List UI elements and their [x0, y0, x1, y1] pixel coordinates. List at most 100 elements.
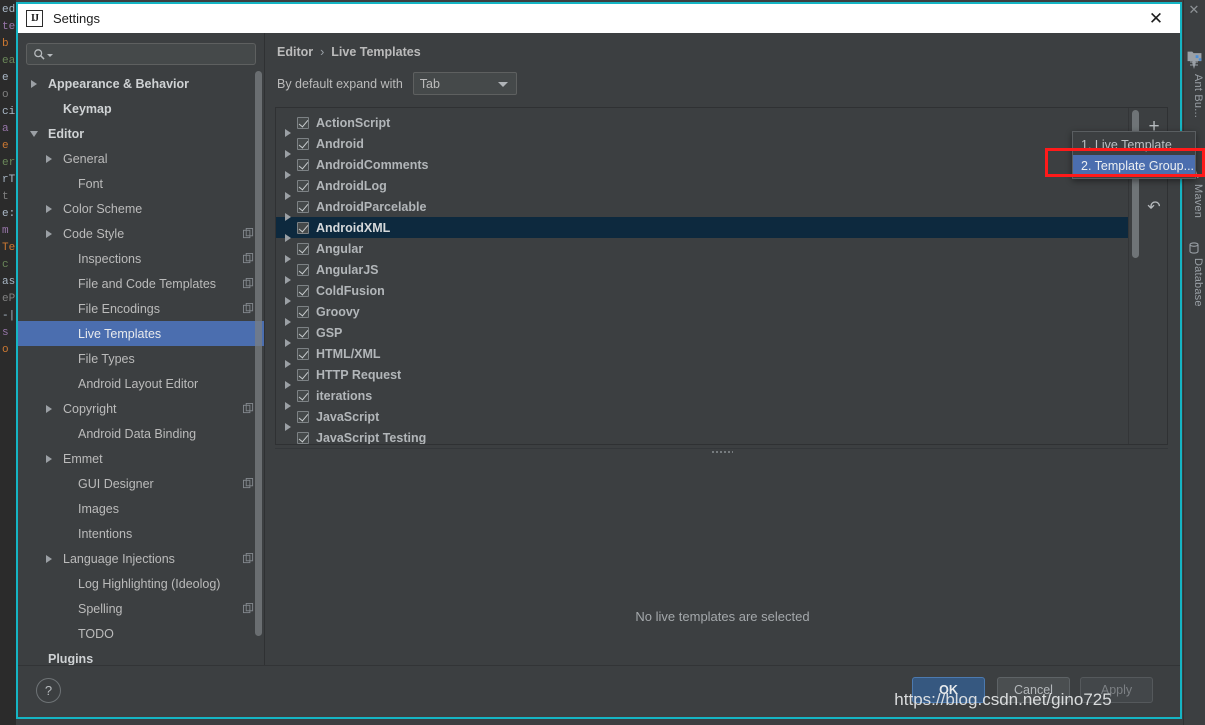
- sidebar-item-file-encodings[interactable]: File Encodings: [18, 296, 264, 321]
- tool-tab-database[interactable]: Database: [1192, 258, 1204, 307]
- splitter[interactable]: [275, 448, 1168, 457]
- sidebar-item-log-highlighting-ideolog[interactable]: Log Highlighting (Ideolog): [18, 571, 264, 596]
- chevron-down-icon[interactable]: [28, 127, 41, 140]
- chevron-down-icon[interactable]: [47, 53, 53, 60]
- sidebar-item-live-templates[interactable]: Live Templates: [18, 321, 264, 346]
- sidebar-item-general[interactable]: General: [18, 146, 264, 171]
- template-group-row[interactable]: ActionScript: [276, 112, 1128, 137]
- template-checkbox[interactable]: [297, 326, 309, 339]
- copy-settings-icon[interactable]: [243, 403, 254, 414]
- tool-tab-maven[interactable]: Maven: [1192, 184, 1204, 218]
- help-button[interactable]: ?: [36, 678, 61, 703]
- template-group-row[interactable]: Groovy: [276, 301, 1128, 326]
- copy-settings-icon[interactable]: [243, 253, 254, 264]
- sidebar-item-android-layout-editor[interactable]: Android Layout Editor: [18, 371, 264, 396]
- sidebar-item-code-style[interactable]: Code Style: [18, 221, 264, 246]
- chevron-right-icon[interactable]: [43, 402, 56, 415]
- template-checkbox[interactable]: [297, 410, 309, 423]
- sidebar-item-emmet[interactable]: Emmet: [18, 446, 264, 471]
- copy-settings-icon[interactable]: [243, 478, 254, 489]
- template-group-row[interactable]: AndroidComments: [276, 154, 1128, 179]
- sidebar-item-file-types[interactable]: File Types: [18, 346, 264, 371]
- sidebar-item-editor[interactable]: Editor: [18, 121, 264, 146]
- sidebar-item-gui-designer[interactable]: GUI Designer: [18, 471, 264, 496]
- popup-menu-item-1[interactable]: 1. Live Template: [1073, 134, 1195, 155]
- sidebar-item-label: Images: [78, 501, 119, 516]
- sidebar-item-copyright[interactable]: Copyright: [18, 396, 264, 421]
- copy-settings-icon[interactable]: [243, 553, 254, 564]
- sidebar-item-appearance-behavior[interactable]: Appearance & Behavior: [18, 71, 264, 96]
- search-box[interactable]: [26, 43, 256, 65]
- template-group-row[interactable]: Angular: [276, 238, 1128, 263]
- empty-state-message: No live templates are selected: [635, 609, 810, 624]
- template-group-label: HTTP Request: [316, 367, 402, 382]
- template-group-row[interactable]: HTTP Request: [276, 364, 1128, 389]
- sidebar-item-font[interactable]: Font: [18, 171, 264, 196]
- template-checkbox[interactable]: [297, 284, 309, 297]
- sidebar-item-language-injections[interactable]: Language Injections: [18, 546, 264, 571]
- settings-tree[interactable]: Appearance & Behavior Keymap Editor General…: [18, 71, 264, 665]
- sidebar-item-color-scheme[interactable]: Color Scheme: [18, 196, 264, 221]
- template-checkbox[interactable]: [297, 389, 309, 402]
- template-checkbox[interactable]: [297, 368, 309, 381]
- chevron-right-icon[interactable]: [43, 552, 56, 565]
- sidebar-item-inspections[interactable]: Inspections: [18, 246, 264, 271]
- chevron-right-icon[interactable]: [43, 227, 56, 240]
- template-group-row[interactable]: iterations: [276, 385, 1128, 410]
- template-group-row[interactable]: AndroidParcelable: [276, 196, 1128, 221]
- ant-icon: [1188, 58, 1201, 71]
- sidebar-item-intentions[interactable]: Intentions: [18, 521, 264, 546]
- chevron-right-icon[interactable]: [43, 152, 56, 165]
- chevron-right-icon[interactable]: [43, 202, 56, 215]
- chevron-right-icon[interactable]: [43, 452, 56, 465]
- sidebar-item-images[interactable]: Images: [18, 496, 264, 521]
- live-templates-list[interactable]: ActionScript Android AndroidComments Androi…: [276, 108, 1128, 444]
- template-group-row[interactable]: AndroidXML: [276, 217, 1128, 242]
- copy-settings-icon[interactable]: [243, 278, 254, 289]
- ide-close-icon[interactable]: ✕: [1185, 1, 1203, 19]
- splitter-grip[interactable]: [710, 450, 733, 454]
- template-group-row[interactable]: AndroidLog: [276, 175, 1128, 200]
- template-checkbox[interactable]: [297, 263, 309, 276]
- tool-tab-ant-build[interactable]: Ant Bu...: [1192, 74, 1204, 118]
- sidebar-scrollbar[interactable]: [255, 71, 262, 665]
- sidebar-item-android-data-binding[interactable]: Android Data Binding: [18, 421, 264, 446]
- sidebar-scrollbar-thumb[interactable]: [255, 71, 262, 636]
- template-checkbox[interactable]: [297, 242, 309, 255]
- template-checkbox[interactable]: [297, 347, 309, 360]
- template-group-row[interactable]: JavaScript: [276, 406, 1128, 431]
- popup-menu-item-2[interactable]: 2. Template Group...: [1073, 155, 1195, 176]
- template-checkbox[interactable]: [297, 431, 309, 444]
- close-icon[interactable]: ✕: [1146, 9, 1166, 29]
- template-group-row[interactable]: Android: [276, 133, 1128, 158]
- breadcrumb-parent[interactable]: Editor: [277, 45, 313, 59]
- template-checkbox[interactable]: [297, 179, 309, 192]
- copy-settings-icon[interactable]: [243, 228, 254, 239]
- template-checkbox[interactable]: [297, 305, 309, 318]
- sidebar-item-plugins[interactable]: Plugins: [18, 646, 264, 666]
- sidebar-item-file-and-code-templates[interactable]: File and Code Templates: [18, 271, 264, 296]
- template-group-row[interactable]: AngularJS: [276, 259, 1128, 284]
- sidebar-item-keymap[interactable]: Keymap: [18, 96, 264, 121]
- template-checkbox[interactable]: [297, 116, 309, 129]
- chevron-right-icon[interactable]: [28, 77, 41, 90]
- template-checkbox[interactable]: [297, 137, 309, 150]
- template-group-row[interactable]: JavaScript Testing: [276, 427, 1128, 444]
- template-checkbox[interactable]: [297, 200, 309, 213]
- template-group-row[interactable]: ColdFusion: [276, 280, 1128, 305]
- code-fragment: -|: [2, 310, 16, 322]
- template-checkbox[interactable]: [297, 221, 309, 234]
- template-group-row[interactable]: HTML/XML: [276, 343, 1128, 368]
- sidebar-item-spelling[interactable]: Spelling: [18, 596, 264, 621]
- expand-with-select[interactable]: Tab: [412, 72, 517, 95]
- add-template-popup-menu[interactable]: 1. Live Template 2. Template Group...: [1072, 131, 1196, 179]
- template-checkbox[interactable]: [297, 158, 309, 171]
- copy-settings-icon[interactable]: [243, 303, 254, 314]
- template-group-row[interactable]: GSP: [276, 322, 1128, 347]
- sidebar-item-todo[interactable]: TODO: [18, 621, 264, 646]
- revert-button[interactable]: ↶: [1142, 196, 1166, 220]
- search-input[interactable]: [56, 46, 249, 62]
- copy-settings-icon[interactable]: [243, 603, 254, 614]
- sidebar-item-label: Plugins: [48, 651, 94, 666]
- settings-sidebar: Appearance & Behavior Keymap Editor General…: [18, 33, 265, 665]
